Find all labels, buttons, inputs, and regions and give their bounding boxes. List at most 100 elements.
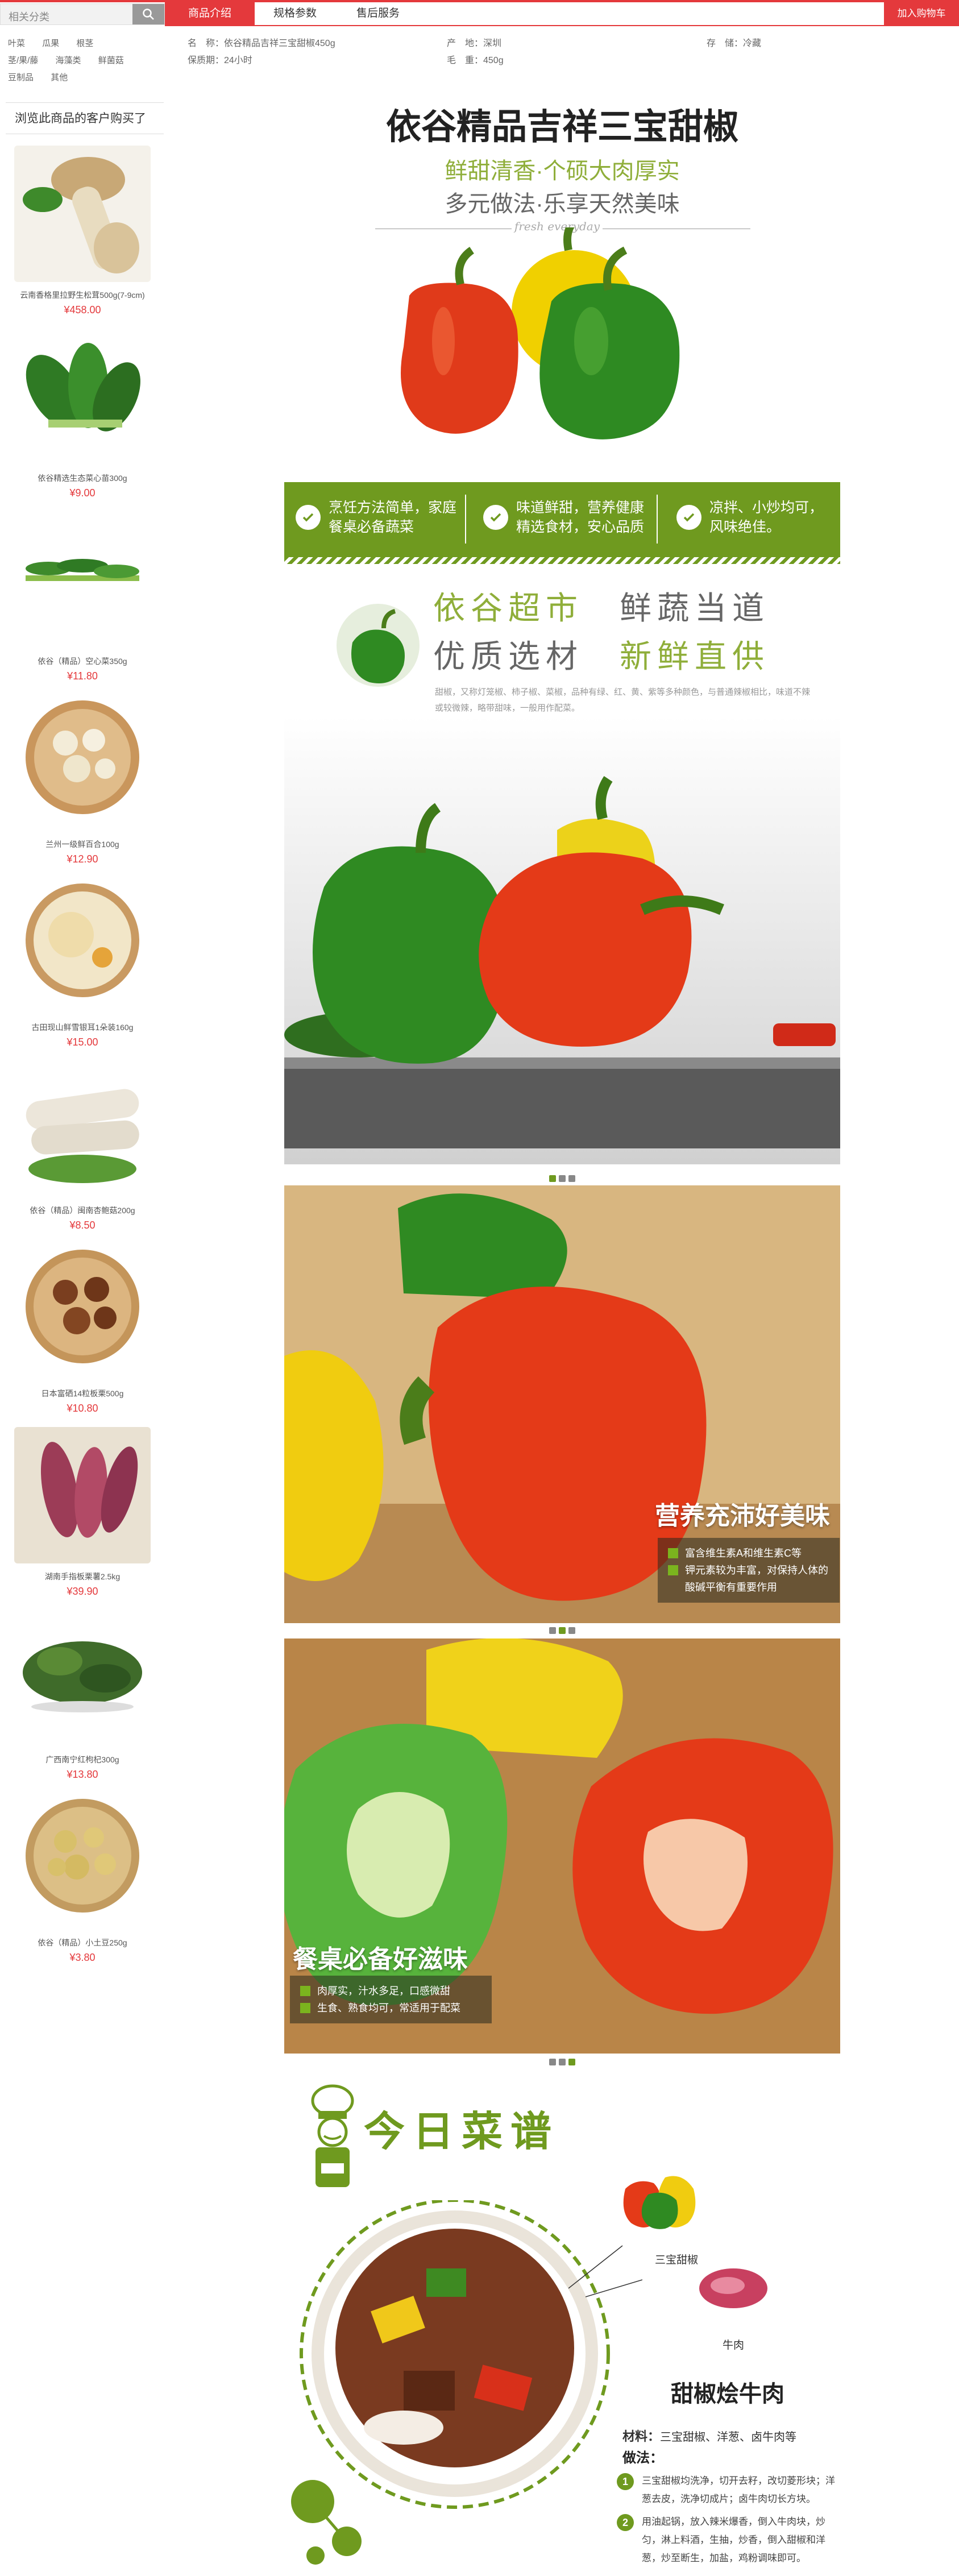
tab-specs[interactable]: 规格参数	[255, 2, 335, 25]
sidebar-product[interactable]: 依谷（精品）空心菜350g ¥11.80	[11, 512, 153, 682]
product-image-matsutake	[14, 146, 151, 282]
carousel-dots[interactable]	[549, 1175, 575, 1182]
product-image-chestnut	[14, 1244, 151, 1380]
carousel-dot[interactable]	[549, 1175, 556, 1182]
dish-name: 甜椒烩牛肉	[671, 2380, 784, 2407]
product-image-potato	[14, 1793, 151, 1930]
sidebar-product-price: ¥8.50	[69, 1219, 96, 1231]
carousel-dot[interactable]	[559, 1627, 566, 1634]
bullet-text: 肉厚实，汁水多足，口感微甜	[317, 1985, 450, 1997]
category-link[interactable]: 叶菜	[8, 35, 25, 52]
product-image-white-fungus	[14, 878, 151, 1014]
carousel-dot[interactable]	[568, 1175, 575, 1182]
bullet-text: 钾元素较为丰富，对保持人体的酸碱平衡有重要作用	[685, 1565, 828, 1593]
check-icon	[483, 505, 508, 530]
sidebar-product-price: ¥12.90	[67, 853, 98, 865]
sidebar-product[interactable]: 湖南手指板栗薯2.5kg ¥39.90	[11, 1427, 153, 1598]
bullet-item: 肉厚实，汁水多足，口感微甜	[300, 1982, 481, 2000]
category-search-label: 相关分类	[9, 11, 49, 23]
category-link[interactable]: 其他	[51, 69, 68, 86]
bullet-text: 富含维生素A和维生素C等	[685, 1548, 802, 1559]
carousel-dot[interactable]	[549, 1627, 556, 1634]
feature-bar-stripe	[284, 557, 840, 564]
sidebar-product-price: ¥10.80	[67, 1403, 98, 1414]
product-image-lily-bulb	[14, 695, 151, 831]
carousel-dot[interactable]	[568, 2059, 575, 2065]
ingredient-label-beef: 牛肉	[722, 2339, 744, 2351]
carousel-dots[interactable]	[549, 1627, 575, 1634]
param-shelf-life: 保质期：24小时	[188, 56, 252, 65]
sidebar-product-name: 云南香格里拉野生松茸500g(7-9cm)	[20, 291, 145, 300]
category-link[interactable]: 鲜菌菇	[98, 52, 124, 69]
chef-icon	[311, 2084, 354, 2187]
bullet-icon	[300, 2003, 310, 2013]
sidebar-product[interactable]: 日本富硒14粒板栗500g ¥10.80	[11, 1244, 153, 1414]
detail-tabs: 商品介绍 规格参数 售后服务 加入购物车	[165, 2, 959, 26]
product-image-goji-leaf	[14, 1610, 151, 1747]
product-image-water-spinach	[14, 512, 151, 648]
category-link[interactable]: 海藻类	[56, 52, 81, 69]
category-link[interactable]: 根茎	[76, 35, 93, 52]
sidebar-product-name: 古田现山鲜雪银耳1朵装160g	[31, 1023, 134, 1032]
materials-label: 材料：	[622, 2429, 661, 2444]
sidebar-product[interactable]: 依谷精选生态菜心苗300g ¥9.00	[11, 329, 153, 499]
step-number: 2	[617, 2514, 634, 2531]
recipe-section-title: 今日菜谱	[364, 2107, 560, 2155]
recipe-step: 2 用油起锅，放入辣米爆香，倒入牛肉块，炒匀，淋上料酒，生抽，炒香，倒入甜椒和洋葱…	[617, 2513, 838, 2567]
feature-bar: 烹饪方法简单，家庭 餐桌必备蔬菜 味道鲜甜，营养健康 精选食材，安心品质 凉拌、小炒…	[284, 482, 840, 562]
param-name: 名 称：依谷精品吉祥三宝甜椒450g	[188, 39, 335, 48]
carousel-dots[interactable]	[549, 2059, 575, 2065]
feature-line: 凉拌、小炒均可，	[709, 500, 824, 516]
sidebar-product[interactable]: 依谷（精品）小土豆250g ¥3.80	[11, 1793, 153, 1964]
carousel-dot[interactable]	[559, 2059, 566, 2065]
sidebar-product-name: 依谷精选生态菜心苗300g	[38, 474, 127, 483]
sidebar-product[interactable]: 云南香格里拉野生松茸500g(7-9cm) ¥458.00	[11, 146, 153, 316]
panel3-bullets: 富含维生素A和维生素C等 钾元素较为丰富，对保持人体的酸碱平衡有重要作用	[658, 1538, 840, 1603]
sidebar-product-price: ¥9.00	[69, 487, 96, 499]
sidebar-product[interactable]: 兰州一级鲜百合100g ¥12.90	[11, 695, 153, 865]
category-search[interactable]: 相关分类	[0, 3, 165, 25]
tab-product-intro[interactable]: 商品介绍	[165, 2, 255, 25]
bullet-icon	[668, 1565, 678, 1575]
sidebar-product[interactable]: 广西南宁红枸杞300g ¥13.80	[11, 1610, 153, 1781]
sidebar-product[interactable]: 古田现山鲜雪银耳1朵装160g ¥15.00	[11, 878, 153, 1048]
add-to-cart-button[interactable]: 加入购物车	[884, 2, 959, 25]
sidebar-product-price: ¥13.80	[67, 1769, 98, 1780]
sidebar-product-name: 依谷（精品）闽南杏鲍菇200g	[30, 1206, 135, 1215]
section-heading-2b: 新鲜直供	[620, 638, 770, 675]
sidebar-product-name: 依谷（精品）空心菜350g	[38, 657, 127, 666]
pepper-description: 甜椒，又称灯笼椒、柿子椒、菜椒，品种有绿、红、黄、紫等多种颜色，与普通辣椒相比，…	[435, 687, 811, 713]
sidebar-product-price: ¥39.90	[67, 1586, 98, 1597]
section-heading-2a: 优质选材	[433, 638, 583, 675]
category-link[interactable]: 茎/果/藤	[8, 52, 38, 69]
feature-divider	[465, 495, 466, 544]
carousel-dot[interactable]	[568, 1627, 575, 1634]
bullet-item: 富含维生素A和维生素C等	[668, 1545, 829, 1562]
category-link[interactable]: 豆制品	[8, 69, 34, 86]
recipe-step: 1 三宝甜椒均洗净，切开去籽，改切菱形块；洋葱去皮，洗净切成片；卤牛肉切长方块。	[617, 2472, 838, 2508]
check-icon	[296, 505, 321, 530]
param-storage: 存 储：冷藏	[707, 39, 762, 48]
search-button[interactable]	[132, 4, 164, 24]
check-icon	[676, 505, 701, 530]
sidebar-product-name: 湖南手指板栗薯2.5kg	[44, 1572, 121, 1581]
sidebar-product-name: 依谷（精品）小土豆250g	[38, 1938, 127, 1947]
feature-line: 精选食材，安心品质	[516, 519, 645, 535]
sidebar-product-price: ¥15.00	[67, 1036, 98, 1048]
ingredient-beef-image	[699, 2268, 767, 2308]
bullet-icon	[300, 1986, 310, 1996]
carousel-dot[interactable]	[559, 1175, 566, 1182]
sidebar-product[interactable]: 依谷（精品）闽南杏鲍菇200g ¥8.50	[11, 1061, 153, 1231]
feature-line: 风味绝佳。	[709, 519, 781, 535]
tab-after-sales[interactable]: 售后服务	[335, 2, 421, 25]
hero-title: 依谷精品吉祥三宝甜椒	[385, 106, 738, 147]
sidebar-product-price: ¥3.80	[69, 1952, 96, 1963]
feature-divider	[657, 495, 658, 544]
category-link[interactable]: 瓜果	[42, 35, 59, 52]
sidebar-product-name: 兰州一级鲜百合100g	[45, 840, 119, 849]
step-number: 1	[617, 2473, 634, 2490]
carousel-dot[interactable]	[549, 2059, 556, 2065]
bullet-item: 生食、熟食均可，常适用于配菜	[300, 2000, 481, 2017]
param-weight: 毛 重：450g	[447, 56, 504, 65]
section-heading-1a: 依谷超市	[433, 590, 583, 627]
